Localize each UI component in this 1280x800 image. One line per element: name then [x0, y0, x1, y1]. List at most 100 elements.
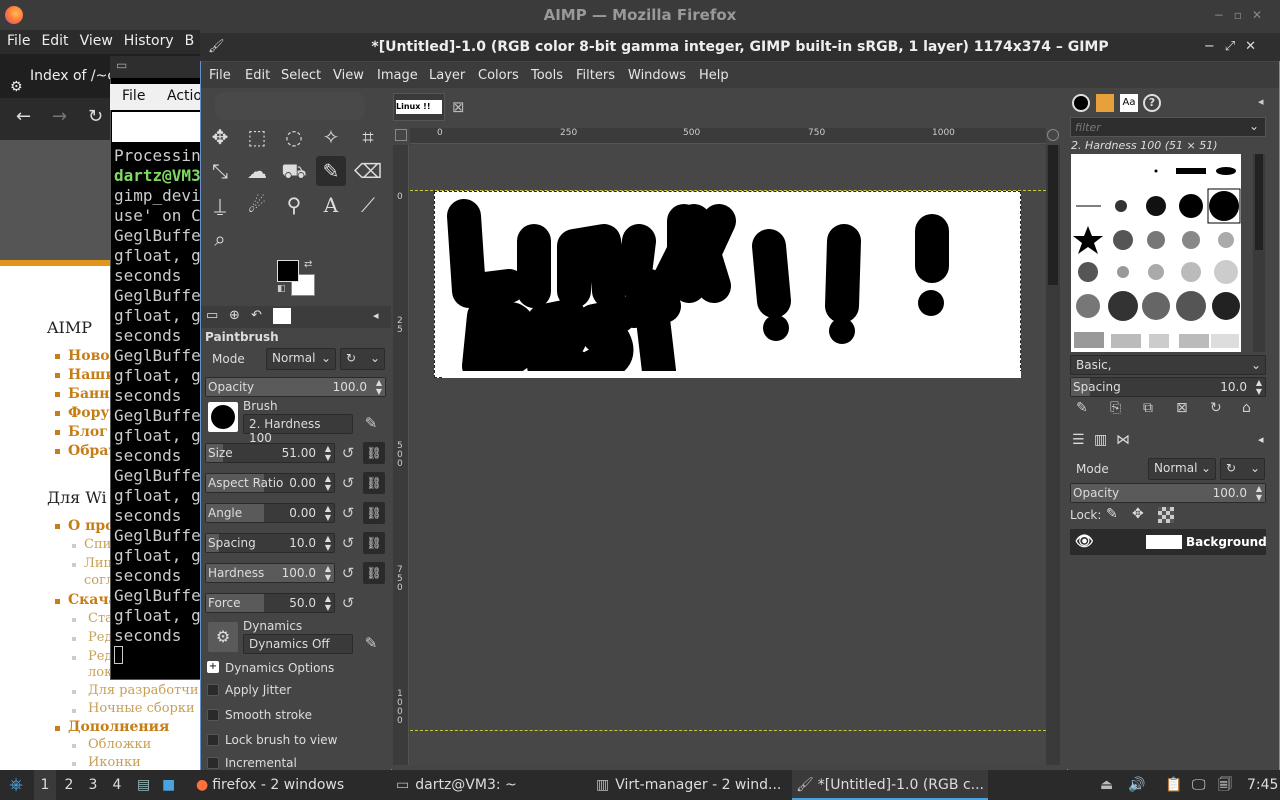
- spin-arrows-icon[interactable]: ▲ ▼: [325, 594, 331, 612]
- page-link[interactable]: Наши: [68, 367, 116, 383]
- clipboard-icon[interactable]: 📋: [1165, 770, 1182, 800]
- notifications-icon[interactable]: 🗐: [1218, 770, 1232, 800]
- hardness-slider[interactable]: Hardness 100.0 ▲ ▼: [205, 563, 335, 583]
- lock-pixels-icon[interactable]: ✎: [1106, 506, 1118, 522]
- spacing-slider[interactable]: Spacing 10.0 ▲ ▼: [205, 533, 335, 553]
- patterns-tab-icon[interactable]: [1096, 94, 1114, 112]
- layer-mode-select[interactable]: Normal ⌄: [1148, 458, 1216, 480]
- image-tab-thumbnail[interactable]: Linux !!: [393, 93, 445, 121]
- device-status-tab-icon[interactable]: ⊕: [229, 308, 240, 323]
- fuzzy-select-tool-icon[interactable]: ✧: [316, 122, 346, 152]
- undo-history-tab-icon[interactable]: ↶: [251, 308, 262, 323]
- reload-icon[interactable]: ↻: [88, 106, 103, 127]
- display-icon[interactable]: 🖵: [1192, 770, 1206, 800]
- reset-size-icon[interactable]: ↺: [339, 444, 357, 462]
- ff-menu-view[interactable]: View: [73, 30, 117, 49]
- show-desktop-icon[interactable]: ■: [162, 770, 175, 800]
- ff-menu-history[interactable]: History: [117, 30, 178, 49]
- start-menu-icon[interactable]: ⎈: [6, 775, 26, 795]
- fonts-tab-icon[interactable]: Aa: [1120, 94, 1138, 112]
- layer-opacity-slider[interactable]: Opacity 100.0 ▲ ▼: [1070, 483, 1266, 503]
- page-sublink[interactable]: Ночные сборки: [88, 701, 195, 716]
- spin-arrows-icon[interactable]: ▲ ▼: [376, 378, 382, 396]
- page-sublink[interactable]: Ред: [88, 649, 112, 664]
- file-manager-icon[interactable]: ▤: [137, 770, 150, 800]
- lock-alpha-icon[interactable]: [1158, 507, 1174, 523]
- spin-arrows-icon[interactable]: ▲ ▼: [1256, 378, 1262, 396]
- volume-icon[interactable]: 🔊: [1128, 770, 1145, 800]
- lock-position-icon[interactable]: ✥: [1132, 506, 1144, 522]
- link-spacing-icon[interactable]: ⛓: [363, 532, 385, 554]
- menu-colors[interactable]: Colors: [478, 68, 519, 83]
- warp-tool-icon[interactable]: ☁: [242, 156, 272, 186]
- back-icon[interactable]: ←: [16, 106, 31, 127]
- spin-arrows-icon[interactable]: ▲ ▼: [1256, 484, 1262, 502]
- move-tool-icon[interactable]: ✥: [205, 122, 235, 152]
- reset-force-icon[interactable]: ↺: [339, 594, 357, 612]
- spin-arrows-icon[interactable]: ▲ ▼: [325, 564, 331, 582]
- size-slider[interactable]: Size 51.00 ▲ ▼: [205, 443, 335, 463]
- page-sublink[interactable]: лок: [88, 665, 112, 680]
- paintbrush-tool-icon[interactable]: ✎: [316, 156, 346, 186]
- page-link[interactable]: О про: [68, 518, 114, 534]
- page-link[interactable]: Дополнения: [68, 719, 169, 735]
- bucket-fill-tool-icon[interactable]: ⛟: [279, 156, 309, 186]
- brush-tag-select[interactable]: Basic, ⌄: [1070, 355, 1266, 375]
- open-brush-as-image-icon[interactable]: ⌂: [1242, 400, 1251, 416]
- workspace-3[interactable]: 3: [82, 770, 104, 800]
- clock[interactable]: 7:45: [1247, 770, 1278, 800]
- menu-windows[interactable]: Windows: [628, 68, 686, 83]
- clone-tool-icon[interactable]: ⍊: [205, 190, 235, 220]
- forward-icon[interactable]: →: [52, 106, 67, 127]
- crop-tool-icon[interactable]: ⌗: [353, 122, 383, 152]
- force-slider[interactable]: Force 50.0 ▲ ▼: [205, 593, 335, 613]
- page-sublink[interactable]: Для разработчи: [88, 683, 199, 698]
- brush-name-field[interactable]: 2. Hardness 100: [243, 414, 353, 445]
- smooth-stroke-checkbox[interactable]: [207, 709, 219, 721]
- spin-arrows-icon[interactable]: ▲ ▼: [325, 504, 331, 522]
- color-picker-tool-icon[interactable]: ⟋: [353, 190, 383, 220]
- menu-help[interactable]: Help: [699, 68, 729, 83]
- page-sublink[interactable]: Лиц: [84, 556, 112, 571]
- menu-filters[interactable]: Filters: [576, 68, 615, 83]
- refresh-brushes-icon[interactable]: ↻: [1210, 400, 1222, 416]
- page-sublink[interactable]: Ред: [88, 630, 112, 645]
- chevron-down-icon[interactable]: ⌄: [1249, 119, 1259, 133]
- mode-reset-combo[interactable]: ↻ ⌄: [340, 348, 385, 370]
- zoom-tool-icon[interactable]: ⌕: [205, 224, 235, 254]
- reset-aspect-icon[interactable]: ↺: [339, 474, 357, 492]
- menu-select[interactable]: Select: [281, 68, 321, 83]
- new-brush-icon[interactable]: ⎘: [1110, 400, 1121, 416]
- delete-brush-icon[interactable]: ⊠: [1176, 400, 1188, 416]
- menu-edit[interactable]: Edit: [245, 68, 270, 83]
- firefox-tab[interactable]: ⚙ Index of /~c: [6, 58, 116, 95]
- link-hardness-icon[interactable]: ⛓: [363, 562, 385, 584]
- mode-select[interactable]: Normal ⌄: [266, 348, 336, 370]
- close-image-tab-icon[interactable]: ⊠: [452, 98, 465, 116]
- page-sublink[interactable]: Иконки: [88, 755, 141, 770]
- menu-view[interactable]: View: [333, 68, 364, 83]
- spin-arrows-icon[interactable]: ▲ ▼: [325, 444, 331, 462]
- term-menu-file[interactable]: File: [122, 88, 145, 104]
- aspect-ratio-slider[interactable]: Aspect Ratio 0.00 ▲ ▼: [205, 473, 335, 493]
- text-tool-icon[interactable]: A: [316, 190, 346, 220]
- ff-menu-bookmarks[interactable]: B: [178, 30, 199, 49]
- edit-brush-icon[interactable]: ✎: [362, 414, 380, 432]
- menu-tools[interactable]: Tools: [531, 68, 563, 83]
- menu-file[interactable]: File: [209, 68, 231, 83]
- link-size-icon[interactable]: ⛓: [363, 442, 385, 464]
- taskbar-item-gimp[interactable]: 🖌 *[Untitled]-1.0 (RGB c...: [792, 770, 988, 800]
- brush-preview[interactable]: [208, 402, 238, 432]
- link-angle-icon[interactable]: ⛓: [363, 502, 385, 524]
- images-tab-icon[interactable]: [273, 308, 291, 324]
- configure-tab-icon[interactable]: ◂: [373, 309, 379, 322]
- dynamics-options-label[interactable]: Dynamics Options: [225, 661, 334, 675]
- free-select-tool-icon[interactable]: ◌: [279, 122, 309, 152]
- expander-plus-icon[interactable]: +: [207, 661, 219, 673]
- paths-tool-icon[interactable]: ⚲: [279, 190, 309, 220]
- brush-spacing-slider[interactable]: Spacing 10.0 ▲ ▼: [1070, 377, 1266, 397]
- wilber-drop-area[interactable]: [215, 92, 365, 120]
- menu-image[interactable]: Image: [377, 68, 418, 83]
- dynamics-field[interactable]: Dynamics Off: [243, 634, 353, 654]
- eye-visibility-icon[interactable]: 👁: [1075, 532, 1094, 550]
